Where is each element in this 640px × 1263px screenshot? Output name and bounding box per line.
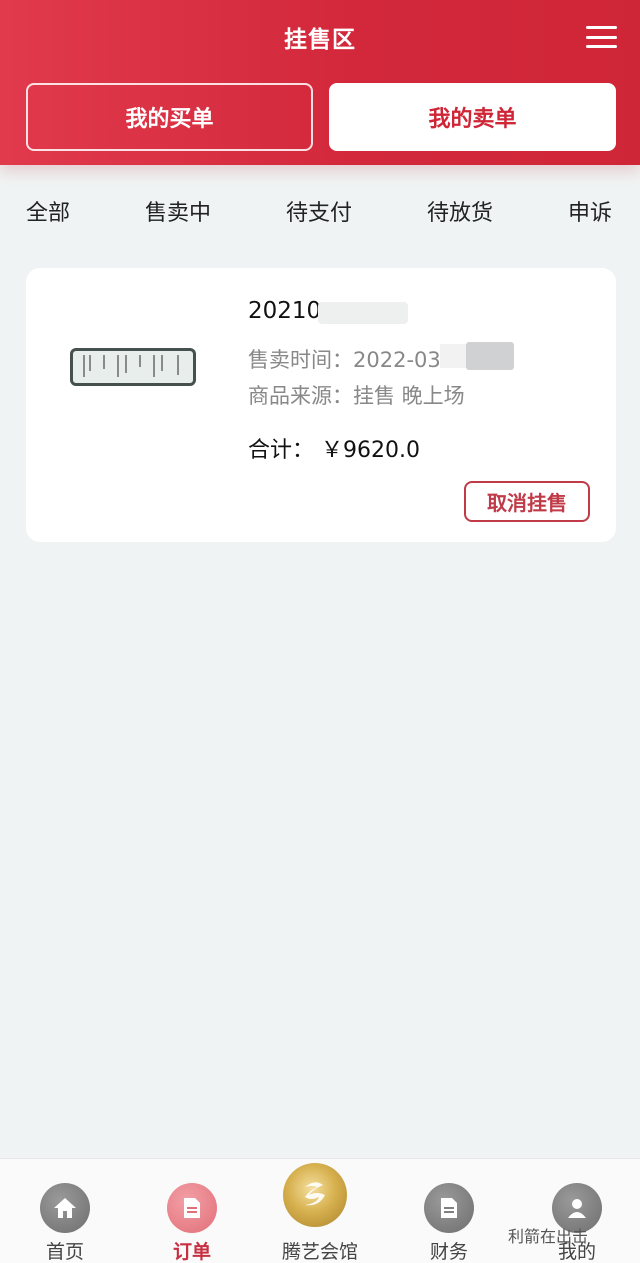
- my-buy-orders-tab[interactable]: 我的买单: [26, 83, 313, 151]
- home-icon: [40, 1183, 90, 1233]
- nav-club[interactable]: 腾艺会馆: [265, 1159, 375, 1263]
- page-title: 挂售区: [284, 27, 356, 53]
- filter-tab-pending-payment[interactable]: 待支付: [286, 195, 352, 227]
- order-total: 合计： ￥9620.0: [248, 438, 420, 463]
- cancel-listing-button[interactable]: 取消挂售: [464, 481, 590, 522]
- document-icon: [167, 1183, 217, 1233]
- my-sell-orders-tab[interactable]: 我的卖单: [329, 83, 616, 151]
- nav-club-label: 腾艺会馆: [281, 1241, 358, 1263]
- app-header: 挂售区 我的买单 我的卖单: [0, 0, 640, 165]
- nav-finance-label: 财务: [429, 1241, 468, 1263]
- filter-tab-pending-release[interactable]: 待放货: [427, 195, 493, 227]
- redacted-order-number: [318, 302, 408, 324]
- watermark-text: 利箭在出击: [508, 1227, 589, 1246]
- nav-profile[interactable]: 我的: [522, 1159, 632, 1263]
- filter-tab-selling[interactable]: 售卖中: [145, 195, 211, 227]
- redacted-date: [466, 342, 514, 370]
- filter-tab-appeal[interactable]: 申诉: [568, 195, 612, 227]
- bottom-navigation: 首页 订单 腾艺会馆 财务 我的: [0, 1158, 640, 1263]
- order-card[interactable]: 20210 售卖时间：2022-03 商品来源：挂售 晚上场 合计： ￥9620…: [26, 268, 616, 542]
- calligraphy-scroll-image: [70, 348, 196, 386]
- nav-home-label: 首页: [45, 1241, 84, 1263]
- nav-orders[interactable]: 订单: [137, 1159, 247, 1263]
- nav-home[interactable]: 首页: [10, 1159, 120, 1263]
- product-source: 商品来源：挂售 晚上场: [248, 384, 465, 408]
- nav-finance[interactable]: 财务: [394, 1159, 504, 1263]
- club-logo-icon: [283, 1163, 347, 1227]
- sale-time: 售卖时间：2022-03: [248, 348, 441, 372]
- filter-tab-all[interactable]: 全部: [26, 195, 70, 227]
- redacted-date-fade: [440, 344, 466, 368]
- finance-document-icon: [424, 1183, 474, 1233]
- order-number: 20210: [248, 298, 322, 324]
- nav-orders-label: 订单: [172, 1241, 211, 1263]
- hamburger-menu-icon[interactable]: [586, 26, 617, 48]
- status-filter-tabs: 全部 售卖中 待支付 待放货 申诉: [0, 195, 640, 239]
